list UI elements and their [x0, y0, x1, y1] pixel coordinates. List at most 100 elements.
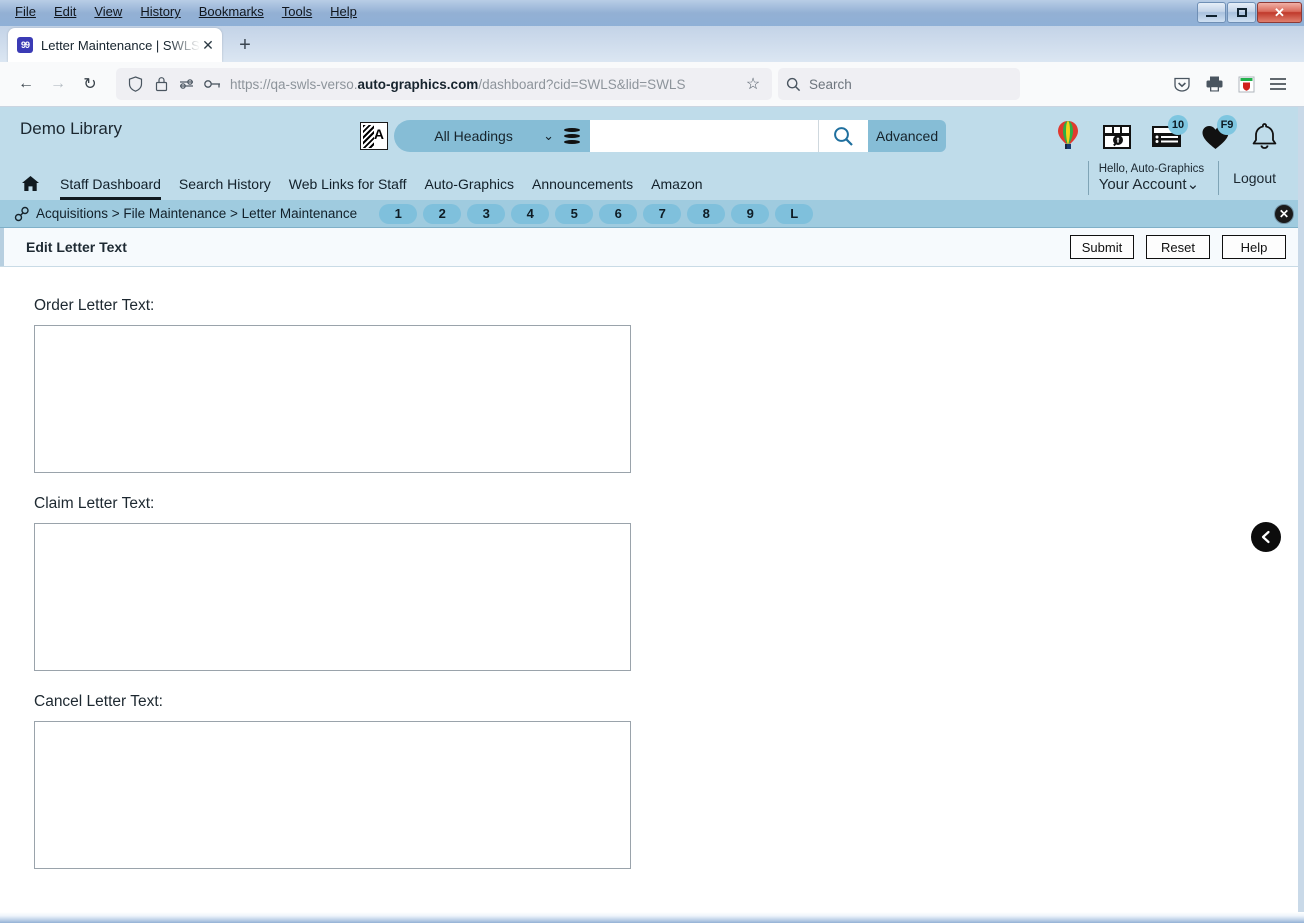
step-pill-l[interactable]: L [775, 203, 814, 224]
maximize-icon [1236, 8, 1247, 17]
browser-search-box[interactable]: Search [778, 68, 1020, 100]
browser-window: File Edit View History Bookmarks Tools H… [0, 0, 1304, 923]
step-pill-8[interactable]: 8 [687, 203, 726, 224]
nav-staff-dashboard[interactable]: Staff Dashboard [60, 167, 161, 200]
browser-search-placeholder: Search [809, 76, 852, 92]
reload-icon[interactable]: ↻ [74, 68, 106, 100]
field-group-claim-letter-text: Claim Letter Text: [34, 495, 1304, 671]
print-icon[interactable] [1198, 68, 1230, 100]
menu-bookmarks[interactable]: Bookmarks [190, 1, 273, 23]
database-icon[interactable] [564, 128, 580, 144]
lock-icon[interactable] [148, 73, 174, 95]
tab-strip: 99 Letter Maintenance | SWLS | swl ✕ + [0, 26, 1304, 62]
nav-web-links-for-staff[interactable]: Web Links for Staff [289, 167, 407, 200]
breadcrumb[interactable]: Acquisitions > File Maintenance > Letter… [36, 206, 357, 221]
hamburger-menu-icon[interactable] [1262, 68, 1294, 100]
tab-title-text: Letter Maintenance | SWLS | [41, 37, 200, 53]
advanced-search-button[interactable]: Advanced [868, 120, 946, 152]
help-button[interactable]: Help [1222, 235, 1286, 259]
chevron-down-icon: ⌄ [543, 128, 554, 143]
chevron-left-icon [1261, 530, 1270, 544]
step-pill-4[interactable]: 4 [511, 203, 550, 224]
balloon-icon[interactable] [1050, 117, 1086, 157]
menu-view[interactable]: View [85, 1, 131, 23]
flag-pattern-icon [363, 125, 374, 148]
submit-button[interactable]: Submit [1070, 235, 1134, 259]
url-prefix: https://qa-swls-verso. [230, 76, 358, 92]
order-letter-text[interactable] [34, 325, 631, 473]
page-action-buttons: Submit Reset Help [1070, 235, 1286, 259]
cancel-letter-text[interactable] [34, 721, 631, 869]
page-title: Edit Letter Text [26, 239, 127, 255]
search-scope-label: All Headings [434, 128, 513, 144]
tab-letter-maintenance[interactable]: 99 Letter Maintenance | SWLS | swl ✕ [8, 28, 222, 62]
minimize-icon [1206, 14, 1217, 17]
step-pill-1[interactable]: 1 [379, 203, 418, 224]
home-icon[interactable] [18, 175, 42, 192]
menu-edit[interactable]: Edit [45, 1, 85, 23]
nav-announcements[interactable]: Announcements [532, 167, 633, 200]
list-icon[interactable]: 10 [1148, 115, 1188, 157]
menu-history[interactable]: History [131, 1, 189, 23]
step-pill-7[interactable]: 7 [643, 203, 682, 224]
back-icon[interactable]: ← [10, 68, 42, 100]
url-domain: auto-graphics.com [357, 76, 479, 92]
step-pill-5[interactable]: 5 [555, 203, 594, 224]
menu-help[interactable]: Help [321, 1, 366, 23]
form-body: Order Letter Text: Claim Letter Text: Ca… [0, 267, 1304, 879]
flag-letter: A [373, 126, 384, 142]
cancel-letter-text-label: Cancel Letter Text: [34, 693, 163, 710]
bookmark-star-icon[interactable]: ☆ [740, 74, 766, 94]
close-tab-icon[interactable]: ✕ [200, 37, 216, 53]
map-search-icon[interactable] [1099, 117, 1135, 157]
search-icon [786, 77, 801, 91]
scrollbar-gutter[interactable] [1298, 107, 1304, 912]
maximize-button[interactable] [1227, 2, 1256, 23]
close-window-button[interactable]: ✕ [1257, 2, 1302, 23]
catalog-search-input[interactable] [590, 120, 818, 152]
shield-icon[interactable] [122, 73, 148, 95]
nav-auto-graphics[interactable]: Auto-Graphics [425, 167, 514, 200]
close-icon[interactable]: ✕ [1274, 204, 1294, 224]
new-tab-button[interactable]: + [230, 30, 260, 60]
extension-icon[interactable] [1230, 68, 1262, 100]
menu-file[interactable]: File [6, 1, 45, 23]
title-bar: File Edit View History Bookmarks Tools H… [0, 0, 1304, 26]
breadcrumb-bar: Acquisitions > File Maintenance > Letter… [0, 200, 1304, 228]
forward-icon[interactable]: → [42, 68, 74, 100]
page-viewport: Demo Library A All Headings ⌄ Advanced 1… [0, 107, 1304, 912]
claim-letter-text-label: Claim Letter Text: [34, 495, 155, 512]
claim-letter-text[interactable] [34, 523, 631, 671]
main-navigation: Staff Dashboard Search History Web Links… [0, 167, 1304, 200]
menu-tools[interactable]: Tools [273, 1, 321, 23]
window-bottom-chrome [0, 912, 1304, 923]
nav-search-history[interactable]: Search History [179, 167, 271, 200]
toolbar-icons [1166, 68, 1294, 100]
step-pills: 1 2 3 4 5 6 7 8 9 L [379, 203, 814, 224]
nav-amazon[interactable]: Amazon [651, 167, 702, 200]
search-submit-icon[interactable] [818, 120, 868, 152]
list-badge: 10 [1168, 115, 1188, 135]
search-scope-dropdown[interactable]: All Headings ⌄ [394, 120, 590, 152]
step-pill-6[interactable]: 6 [599, 203, 638, 224]
field-group-cancel-letter-text: Cancel Letter Text: [34, 693, 1304, 869]
minimize-button[interactable] [1197, 2, 1226, 23]
reset-button[interactable]: Reset [1146, 235, 1210, 259]
field-group-order-letter-text: Order Letter Text: [34, 297, 1304, 473]
key-icon[interactable] [200, 73, 226, 95]
step-pill-9[interactable]: 9 [731, 203, 770, 224]
url-text[interactable]: https://qa-swls-verso.auto-graphics.com/… [226, 77, 740, 92]
bell-icon[interactable] [1246, 117, 1282, 157]
tracking-protection-icon[interactable] [174, 73, 200, 95]
language-toggle-icon[interactable]: A [360, 122, 388, 150]
close-icon: ✕ [1274, 4, 1285, 20]
link-icon[interactable] [12, 206, 32, 222]
step-pill-3[interactable]: 3 [467, 203, 506, 224]
heart-icon[interactable]: F9 [1197, 115, 1237, 157]
library-name: Demo Library [20, 119, 123, 138]
catalog-search-group: A All Headings ⌄ Advanced [360, 120, 946, 152]
address-bar[interactable]: https://qa-swls-verso.auto-graphics.com/… [116, 68, 772, 100]
pocket-icon[interactable] [1166, 68, 1198, 100]
collapse-panel-button[interactable] [1251, 522, 1281, 552]
step-pill-2[interactable]: 2 [423, 203, 462, 224]
